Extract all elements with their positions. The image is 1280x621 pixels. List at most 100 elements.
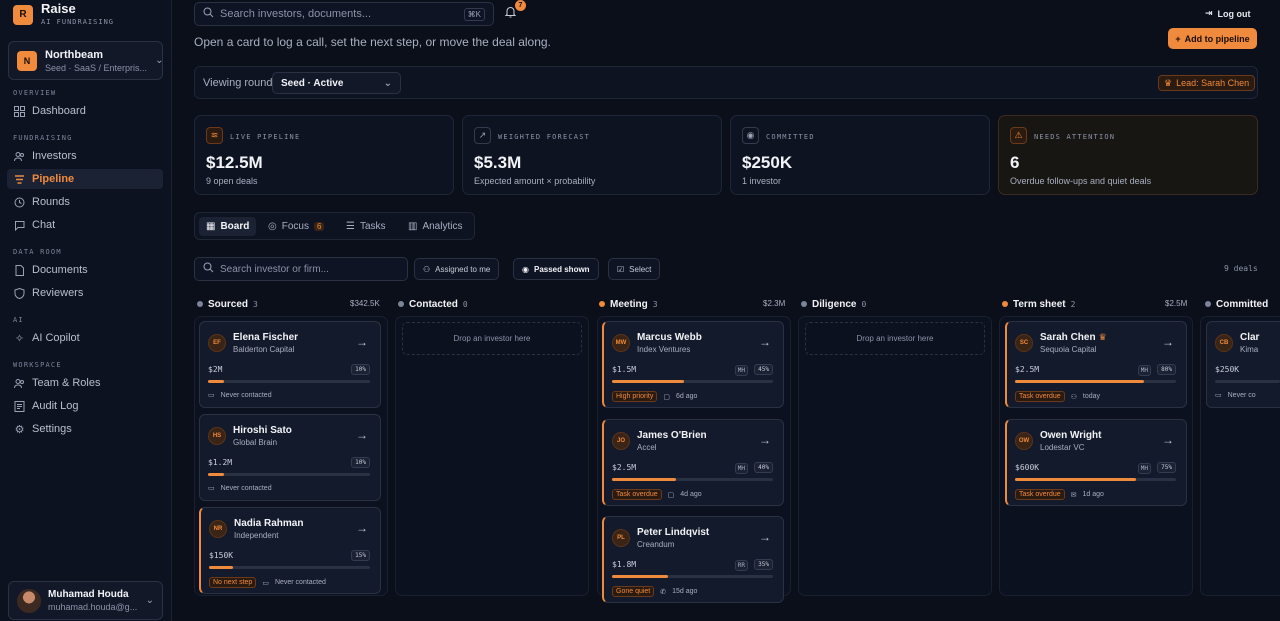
column-count: 0 [861,299,867,309]
calendar-icon: ▢ [663,393,670,401]
deal-card[interactable]: MW Marcus Webb Index Ventures → $1.5M MH… [602,321,784,408]
deal-amount: $250K [1215,365,1240,374]
deal-card[interactable]: CB Clar Kima $250K ▭ Never co [1206,321,1280,408]
nav-section-ai: AI [13,316,24,324]
sidebar-item-label: AI Copilot [32,332,80,344]
last-contact: today [1082,393,1101,400]
sidebar-item-investors[interactable]: Investors [7,146,163,166]
select-button[interactable]: ☑ Select [608,258,661,280]
org-switcher[interactable]: N Northbeam Seed · SaaS / Enterpris... ⌄ [8,41,163,80]
investor-firm: Sequoia Capital [1040,345,1097,354]
sidebar-item-rounds[interactable]: Rounds [7,192,163,212]
deal-card[interactable]: SC Sarah Chen ♛ Sequoia Capital → $2.5M M… [1005,321,1187,408]
sidebar-item-ai-copilot[interactable]: ✧ AI Copilot [7,328,163,348]
sidebar-item-pipeline[interactable]: Pipeline [7,169,163,189]
sidebar-item-team-roles[interactable]: Team & Roles [7,373,163,393]
calendar-icon: ▢ [667,491,675,499]
passed-shown-toggle[interactable]: ◉ Passed shown [513,258,599,280]
grid-icon [14,105,25,117]
investor-name: Elena Fischer [233,332,299,343]
tab-focus[interactable]: ◎ Focus 6 [261,217,331,236]
probability-badge: 15% [351,550,370,561]
arrow-right-icon[interactable]: → [1162,335,1174,349]
stat-needs-attention[interactable]: ⚠ NEEDS ATTENTION 6 Overdue follow-ups a… [998,115,1258,195]
last-contact: 6d ago [675,393,698,400]
last-contact: 15d ago [672,588,698,595]
tab-label: Tasks [359,221,386,232]
deal-card[interactable]: EF Elena Fischer Balderton Capital → $2M… [199,321,381,408]
tab-analytics[interactable]: ▥ Analytics [401,217,469,236]
sidebar-item-dashboard[interactable]: Dashboard [7,101,163,121]
message-icon: ▭ [1215,392,1222,399]
investor-search-input[interactable]: Search investor or firm... [194,257,408,281]
sidebar-item-label: Reviewers [32,287,84,299]
investor-firm: Kima [1240,345,1259,354]
sidebar-item-chat[interactable]: Chat [7,215,163,235]
user-name: Muhamad Houda [48,589,129,600]
probability-bar [208,380,370,383]
probability-bar [208,473,370,476]
arrow-right-icon[interactable]: → [356,521,368,535]
org-avatar: N [17,50,37,71]
drop-zone[interactable]: Drop an investor here [402,322,582,355]
last-contact: 4d ago [680,491,702,498]
arrow-right-icon[interactable]: → [759,335,771,349]
brand[interactable]: R Raise AI FUNDRAISING [13,2,114,26]
arrow-right-icon[interactable]: → [759,530,771,544]
sidebar-item-settings[interactable]: ⚙ Settings [7,419,163,439]
nav-section-fundraising: FUNDRAISING [13,134,73,142]
add-to-pipeline-button[interactable]: + Add to pipeline [1168,28,1257,49]
status-badge: Task overdue [1015,391,1065,402]
investor-name: Marcus Webb [637,332,702,343]
deal-card[interactable]: OW Owen Wright Lodestar VC → $600K MH 75… [1005,419,1187,506]
drop-zone[interactable]: Drop an investor here [805,322,985,355]
view-tabs: ▦ Board ◎ Focus 6 ☰ Tasks ▥ Analytics [194,212,475,240]
stat-sub: Overdue follow-ups and quiet deals [1010,176,1152,186]
arrow-right-icon[interactable]: → [356,428,368,442]
sidebar-item-audit-log[interactable]: Audit Log [7,396,163,416]
arrow-right-icon[interactable]: → [356,335,368,349]
column-name: Committed [1216,298,1269,310]
card-footer: ▭ Never co [1215,391,1256,400]
probability-bar [1015,478,1176,481]
deal-card[interactable]: HS Hiroshi Sato Global Brain → $1.2M 10%… [199,414,381,501]
tab-board[interactable]: ▦ Board [199,217,257,236]
arrow-right-icon[interactable]: → [759,433,771,447]
sidebar-item-reviewers[interactable]: Reviewers [7,283,163,303]
document-icon [14,264,25,276]
status-badge: Gone quiet [612,586,655,597]
arrow-right-icon[interactable]: → [1162,433,1174,447]
logout-button[interactable]: ⇥ Log out [1205,8,1251,19]
mail-icon: ✉ [1070,491,1077,499]
column-count: 0 [462,299,468,309]
bell-icon[interactable] [504,6,517,21]
tab-tasks[interactable]: ☰ Tasks [339,217,393,236]
card-footer: High priority ▢ 6d ago [612,391,697,402]
nav-section-workspace: WORKSPACE [13,361,62,369]
status-dot [1205,301,1211,307]
status-badge: Task overdue [1015,489,1065,500]
round-select[interactable]: Seed · Active ⌄ [272,72,401,94]
investor-firm: Accel [637,443,657,452]
stat-live-pipeline: ≋ LIVE PIPELINE $12.5M 9 open deals [194,115,454,195]
column-name: Contacted [409,298,458,310]
investor-name-text: Sarah Chen [1040,332,1096,343]
deal-card[interactable]: JO James O'Brien Accel → $2.5M MH 40% Ta… [602,419,784,506]
logout-icon: ⇥ [1205,8,1213,18]
sidebar-item-documents[interactable]: Documents [7,260,163,280]
assigned-to-me-filter[interactable]: ⚇ Assigned to me [414,258,500,280]
avatar [17,588,41,613]
status-dot [398,301,404,307]
round-label: Viewing round [203,77,273,89]
deal-card[interactable]: PL Peter Lindqvist Creandum → $1.8M RR 3… [602,516,784,603]
investor-firm: Index Ventures [637,345,691,354]
user-menu[interactable]: Muhamad Houda muhamad.houda@g... ⌄ [8,581,163,620]
status-badge: High priority [612,391,658,402]
clock-icon [14,197,25,208]
stat-sub: Expected amount × probability [474,176,596,186]
phone-icon: ✆ [660,588,667,596]
stat-label: NEEDS ATTENTION [1034,133,1116,141]
deal-card[interactable]: NR Nadia Rahman Independent → $150K 15% … [199,507,381,594]
tab-label: Board [220,221,250,232]
global-search-input[interactable]: Search investors, documents... ⌘K [194,2,494,26]
